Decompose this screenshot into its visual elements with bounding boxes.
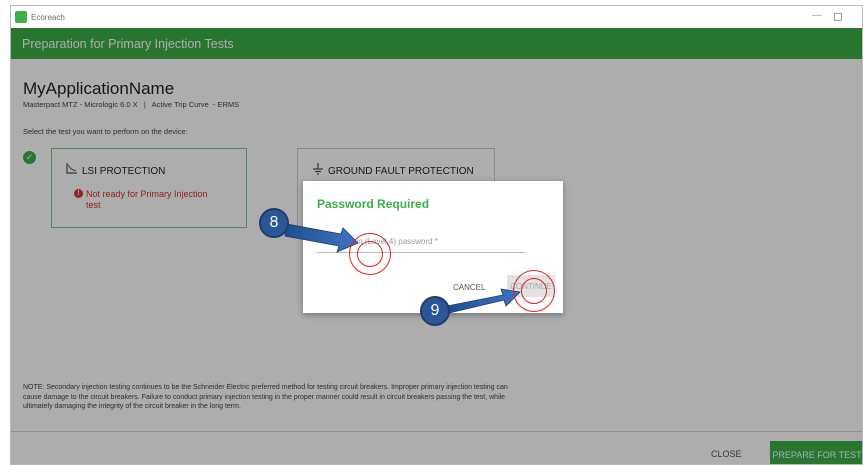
dialog-title: Password Required: [317, 197, 430, 211]
cancel-button[interactable]: CANCEL: [453, 283, 499, 292]
app-title: Ecoreach: [31, 12, 65, 22]
password-input[interactable]: Admin (Level 4) password *: [340, 237, 438, 246]
continue-button[interactable]: CONTINUE: [507, 275, 555, 297]
title-bar: Ecoreach —: [11, 6, 862, 28]
app-logo-icon: [15, 11, 27, 23]
maximize-icon[interactable]: [834, 13, 842, 21]
minimize-icon[interactable]: —: [812, 10, 822, 21]
password-dialog: Password Required Admin (Level 4) passwo…: [303, 181, 563, 313]
password-input-underline: [317, 252, 525, 253]
